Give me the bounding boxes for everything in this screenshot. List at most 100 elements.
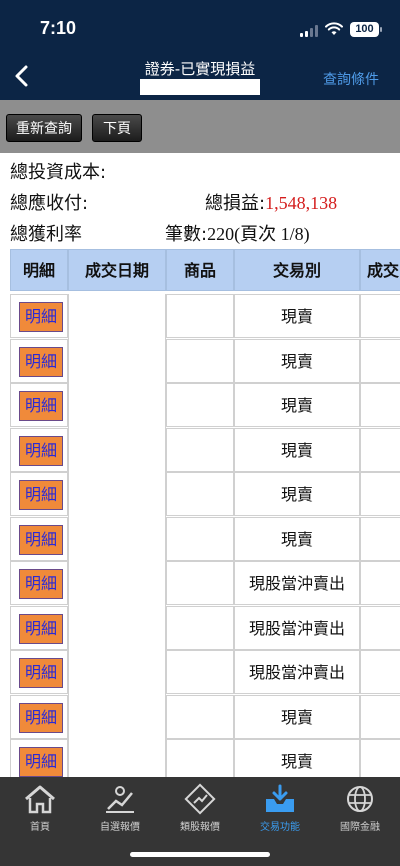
page-title: 證券-已實現損益 bbox=[144, 60, 256, 78]
detail-button[interactable]: 明細 bbox=[19, 658, 63, 688]
watchlist-icon bbox=[106, 786, 134, 813]
requery-button[interactable]: 重新查詢 bbox=[6, 114, 82, 142]
table-row: 明細 現賣 bbox=[0, 516, 400, 561]
trade-price-cell bbox=[360, 427, 400, 472]
trade-price-cell bbox=[360, 739, 400, 777]
trade-type-cell: 現賣 bbox=[234, 472, 360, 516]
total-pnl-label: 總損益: bbox=[205, 193, 266, 214]
tab-trade-label: 交易功能 bbox=[260, 822, 300, 833]
table-row: 明細 現賣 bbox=[0, 472, 400, 516]
header-product: 商品 bbox=[166, 249, 234, 291]
trade-price-cell bbox=[360, 338, 400, 383]
detail-button[interactable]: 明細 bbox=[19, 346, 63, 377]
detail-cell: 明細 bbox=[10, 739, 68, 777]
table-row: 明細 現賣 bbox=[0, 294, 400, 338]
table-row: 明細 現賣 bbox=[0, 427, 400, 472]
detail-button[interactable]: 明細 bbox=[19, 391, 63, 421]
sector-quote-icon bbox=[184, 783, 216, 815]
trade-type-cell: 現賣 bbox=[234, 516, 360, 561]
tab-home-label: 首頁 bbox=[30, 822, 50, 833]
count-label: 筆數: bbox=[165, 224, 208, 245]
tab-home[interactable]: 首頁 bbox=[0, 783, 80, 833]
trade-type-cell: 現股當沖賣出 bbox=[234, 605, 360, 650]
product-cell bbox=[166, 605, 234, 650]
table-row: 明細 現股當沖賣出 bbox=[0, 561, 400, 605]
product-cell bbox=[166, 516, 234, 561]
status-bar: 7:10 100 bbox=[0, 0, 400, 56]
trade-price-cell bbox=[360, 516, 400, 561]
trade-date-column bbox=[68, 294, 166, 777]
header-trade-price: 成交 bbox=[360, 249, 400, 291]
detail-cell: 明細 bbox=[10, 694, 68, 739]
table-row: 明細 現賣 bbox=[0, 383, 400, 427]
total-pnl-value: 1,548,138 bbox=[265, 193, 338, 213]
detail-button[interactable]: 明細 bbox=[19, 613, 63, 644]
trade-price-cell bbox=[360, 561, 400, 605]
summary-panel: 總投資成本: 總應收付: 總損益:1,548,138 總獲利率 筆數:220(頁… bbox=[0, 153, 400, 247]
count-value: 220 bbox=[207, 224, 235, 244]
header-trade-date: 成交日期 bbox=[68, 249, 166, 291]
detail-button[interactable]: 明細 bbox=[19, 702, 63, 733]
trade-type-cell: 現股當沖賣出 bbox=[234, 561, 360, 605]
product-cell bbox=[166, 739, 234, 777]
query-conditions-link[interactable]: 查詢條件 bbox=[323, 69, 379, 89]
globe-icon bbox=[347, 786, 373, 812]
status-time: 7:10 bbox=[40, 18, 77, 38]
product-cell bbox=[166, 694, 234, 739]
detail-button[interactable]: 明細 bbox=[19, 747, 63, 777]
record-count: 筆數:220(頁次 1/8) bbox=[165, 220, 310, 246]
detail-button[interactable]: 明細 bbox=[19, 569, 63, 599]
table-row: 明細 現賣 bbox=[0, 338, 400, 383]
detail-cell: 明細 bbox=[10, 650, 68, 694]
trade-type-cell: 現賣 bbox=[234, 338, 360, 383]
detail-button[interactable]: 明細 bbox=[19, 480, 63, 510]
trade-type-cell: 現賣 bbox=[234, 294, 360, 338]
total-pnl: 總損益:1,548,138 bbox=[205, 189, 337, 215]
trade-type-cell: 現賣 bbox=[234, 739, 360, 777]
page-info: (頁次 1/8) bbox=[234, 224, 310, 244]
trade-price-cell bbox=[360, 383, 400, 427]
next-page-button[interactable]: 下頁 bbox=[92, 114, 142, 142]
trade-price-cell bbox=[360, 650, 400, 694]
total-return-label: 總獲利率 bbox=[10, 224, 82, 245]
trade-price-cell bbox=[360, 694, 400, 739]
battery-icon: 100 bbox=[350, 22, 382, 37]
tab-global-finance[interactable]: 國際金融 bbox=[320, 783, 400, 833]
wifi-icon bbox=[325, 22, 343, 35]
detail-cell: 明細 bbox=[10, 338, 68, 383]
detail-cell: 明細 bbox=[10, 472, 68, 516]
product-cell bbox=[166, 294, 234, 338]
table-row: 明細 現賣 bbox=[0, 739, 400, 777]
toolbar: 重新查詢 下頁 bbox=[0, 100, 400, 153]
tab-sector-quote[interactable]: 類股報價 bbox=[160, 783, 240, 833]
product-cell bbox=[166, 338, 234, 383]
tab-global-finance-label: 國際金融 bbox=[340, 822, 380, 833]
tab-trade[interactable]: 交易功能 bbox=[240, 783, 320, 833]
trade-price-cell bbox=[360, 294, 400, 338]
table-row: 明細 現股當沖賣出 bbox=[0, 650, 400, 694]
trade-type-cell: 現賣 bbox=[234, 694, 360, 739]
product-cell bbox=[166, 383, 234, 427]
trade-price-cell bbox=[360, 472, 400, 516]
tab-sector-quote-label: 類股報價 bbox=[180, 822, 220, 833]
top-header: 7:10 100 證券-已實現損益 查詢條件 bbox=[0, 0, 400, 100]
home-indicator bbox=[130, 852, 270, 857]
product-cell bbox=[166, 427, 234, 472]
back-chevron-icon[interactable] bbox=[10, 64, 34, 88]
detail-cell: 明細 bbox=[10, 427, 68, 472]
table-row: 明細 現股當沖賣出 bbox=[0, 605, 400, 650]
product-cell bbox=[166, 472, 234, 516]
cellular-signal-icon bbox=[300, 25, 320, 37]
header-detail: 明細 bbox=[10, 249, 68, 291]
detail-button[interactable]: 明細 bbox=[19, 435, 63, 466]
account-name-field bbox=[140, 79, 260, 95]
tab-watchlist[interactable]: 自選報價 bbox=[80, 783, 160, 833]
header-trade-type: 交易別 bbox=[234, 249, 360, 291]
detail-cell: 明細 bbox=[10, 516, 68, 561]
detail-cell: 明細 bbox=[10, 561, 68, 605]
detail-cell: 明細 bbox=[10, 383, 68, 427]
detail-button[interactable]: 明細 bbox=[19, 524, 63, 555]
detail-button[interactable]: 明細 bbox=[19, 302, 63, 332]
trade-price-cell bbox=[360, 605, 400, 650]
product-cell bbox=[166, 650, 234, 694]
